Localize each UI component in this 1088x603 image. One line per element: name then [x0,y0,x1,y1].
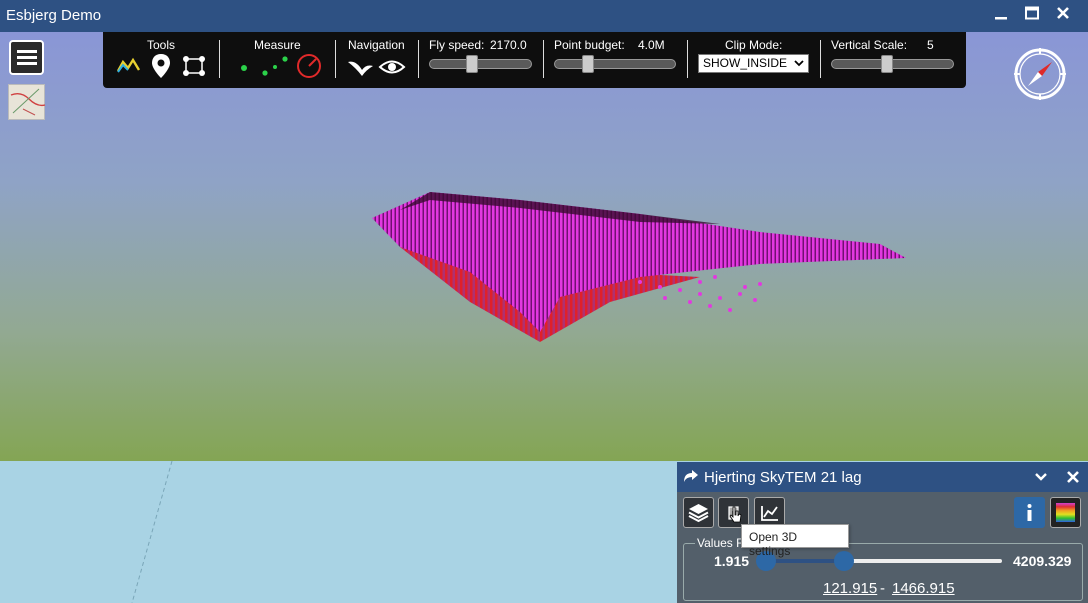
color-scale-button[interactable] [1050,497,1081,528]
range-min-value: 1.915 [714,553,750,569]
fly-speed-slider[interactable] [429,55,532,73]
window-titlebar: Esbjerg Demo [0,0,1088,32]
divider [219,40,220,78]
point-budget-value: 4.0M [638,38,665,52]
range-high-link[interactable]: 1466.915 [892,580,955,597]
divider [543,40,544,78]
fly-speed-slider-handle[interactable] [465,55,478,73]
vertical-scale-value: 5 [927,38,934,52]
fly-mode-icon[interactable] [346,56,374,83]
tooltip: Open 3D settings [741,524,849,558]
3d-viewport[interactable] [0,32,1088,461]
mouse-cursor-icon [729,506,743,529]
location-pin-icon[interactable] [151,53,171,84]
point-budget-slider[interactable] [554,55,676,73]
clip-mode-select[interactable]: SHOW_INSIDE [698,54,809,73]
tools-label: Tools [147,38,176,52]
panel-header: Hjerting SkyTEM 21 lag [677,462,1088,492]
range-slider-fill [765,559,843,563]
clip-mode-selected: SHOW_INSIDE [703,56,788,70]
rainbow-palette-icon [1051,503,1080,531]
close-icon[interactable] [1052,5,1074,27]
close-icon[interactable] [1066,470,1080,489]
range-low-link[interactable]: 121.915 [823,580,877,597]
volume-tool-icon[interactable] [181,54,207,83]
range-slider-high-handle[interactable] [834,551,854,571]
measure-label: Measure [254,38,301,52]
divider [335,40,336,78]
point-budget-slider-handle[interactable] [582,55,594,73]
navigation-label: Navigation [348,38,405,52]
share-arrow-icon [683,469,699,488]
potree-toolbar: Tools Measure Navigation Fly speed: 2170… [103,32,966,88]
menu-button[interactable] [9,40,44,75]
window-title: Esbjerg Demo [6,7,102,24]
chevron-down-icon[interactable] [1034,470,1048,489]
divider [687,40,688,78]
divider [820,40,821,78]
chevron-down-icon [794,57,804,72]
layers-button[interactable] [683,497,714,528]
distance-measure-icon[interactable] [261,54,289,83]
clip-mode-label: Clip Mode: [725,38,783,52]
point-measure-icon[interactable] [237,56,251,81]
layers-icon [684,504,713,531]
divider [418,40,419,78]
values-label: Values F [695,536,746,550]
minimize-icon[interactable] [990,5,1012,27]
vertical-scale-slider[interactable] [831,55,954,73]
point-cloud [372,192,906,342]
orbit-mode-icon[interactable] [378,56,406,83]
fly-speed-value: 2170.0 [490,38,527,52]
fly-speed-label: Fly speed: [429,38,485,52]
compass-icon[interactable] [1012,46,1068,102]
angle-measure-icon[interactable] [296,53,322,84]
map-thumbnail[interactable] [8,84,46,120]
info-button[interactable] [1014,497,1045,528]
vertical-scale-label: Vertical Scale: [831,38,908,52]
range-separator: - [880,580,885,597]
point-budget-label: Point budget: [554,38,625,52]
range-max-value: 4209.329 [1013,553,1072,569]
maximize-icon[interactable] [1021,5,1043,27]
panel-title: Hjerting SkyTEM 21 lag [704,469,862,486]
vertical-scale-slider-handle[interactable] [881,55,894,73]
profile-tool-icon[interactable] [116,56,141,79]
info-icon [1015,504,1044,531]
